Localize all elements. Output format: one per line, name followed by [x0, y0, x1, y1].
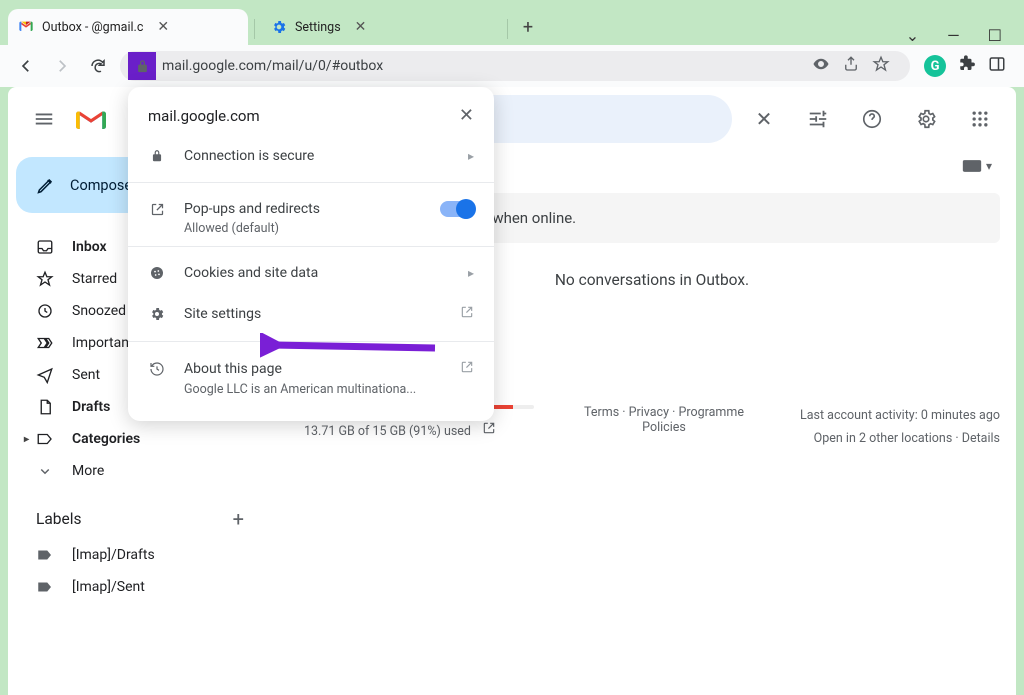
site-info-button[interactable] [128, 52, 156, 80]
tab-close-icon[interactable]: ✕ [355, 19, 367, 35]
popups-status: Allowed (default) [128, 221, 494, 236]
tab-close-icon[interactable]: ✕ [157, 19, 169, 35]
tab-title: Outbox - @gmail.c [42, 20, 143, 35]
eye-icon[interactable] [812, 55, 830, 77]
site-settings-row[interactable]: Site settings [128, 293, 494, 335]
connection-secure-row[interactable]: Connection is secure ▸ [128, 136, 494, 176]
popup-host: mail.google.com [148, 107, 260, 125]
open-storage-icon[interactable] [482, 424, 496, 439]
bookmark-icon[interactable] [872, 55, 890, 77]
search-options-icon[interactable] [798, 99, 838, 139]
history-icon [148, 361, 166, 377]
gmail-favicon-icon [18, 19, 34, 35]
settings-icon[interactable] [906, 99, 946, 139]
window-minimize-icon[interactable]: — [947, 26, 960, 45]
input-indicator[interactable]: ▾ [962, 159, 992, 173]
cookie-icon [148, 265, 166, 281]
site-info-popup: mail.google.com ✕ Connection is secure ▸… [128, 87, 494, 421]
url-text: mail.google.com/mail/u/0/#outbox [162, 58, 383, 74]
chevron-right-icon: ▸ [468, 149, 474, 163]
tab-title: Settings [295, 20, 341, 35]
address-bar[interactable]: mail.google.com/mail/u/0/#outbox [120, 51, 910, 81]
apps-icon[interactable] [960, 99, 1000, 139]
grammarly-extension-icon[interactable]: G [924, 55, 946, 77]
lock-icon [148, 149, 166, 163]
new-tab-button[interactable]: + [514, 13, 542, 41]
window-controls: ⌄ — ☐ [906, 20, 1016, 45]
labels-header: Labels + [16, 487, 264, 539]
browser-titlebar: Outbox - @gmail.c ✕ Settings ✕ + ⌄ — ☐ [0, 0, 1024, 45]
open-external-icon [460, 360, 474, 378]
about-subtitle: Google LLC is an American multinationa..… [128, 382, 494, 397]
browser-tab-active[interactable]: Outbox - @gmail.c ✕ [8, 9, 248, 45]
browser-tab-settings[interactable]: Settings ✕ [261, 9, 501, 45]
clear-search-icon[interactable]: ✕ [744, 99, 784, 139]
window-dropdown-icon[interactable]: ⌄ [906, 26, 919, 45]
expand-icon: ▸ [24, 434, 29, 445]
window-maximize-icon[interactable]: ☐ [988, 26, 1002, 45]
sidepanel-icon[interactable] [988, 55, 1006, 77]
add-label-button[interactable]: + [233, 507, 244, 531]
extensions-icon[interactable] [958, 55, 976, 77]
chevron-down-icon: ▾ [986, 159, 992, 173]
share-icon[interactable] [842, 55, 860, 77]
browser-toolbar: mail.google.com/mail/u/0/#outbox G [0, 45, 1024, 87]
popup-window-icon [148, 202, 166, 217]
gmail-logo[interactable] [76, 107, 106, 131]
gear-icon [148, 306, 166, 322]
popup-close-button[interactable]: ✕ [459, 105, 474, 126]
forward-button[interactable] [48, 52, 76, 80]
label-item[interactable]: [Imap]/Drafts [16, 539, 264, 571]
cookies-row[interactable]: Cookies and site data ▸ [128, 253, 494, 293]
chevron-right-icon: ▸ [468, 266, 474, 280]
settings-favicon-icon [271, 19, 287, 35]
support-icon[interactable] [852, 99, 892, 139]
label-item[interactable]: [Imap]/Sent [16, 571, 264, 603]
reload-button[interactable] [84, 52, 112, 80]
compose-label: Compose [70, 177, 132, 194]
nav-more[interactable]: More [16, 455, 264, 487]
open-external-icon [460, 305, 474, 323]
footer-links[interactable]: Terms · Privacy · Programme Policies [574, 405, 754, 450]
account-activity: Last account activity: 0 minutes ago [794, 405, 1000, 428]
account-locations[interactable]: Open in 2 other locations · Details [794, 428, 1000, 451]
back-button[interactable] [12, 52, 40, 80]
storage-text: 13.71 GB of 15 GB (91%) used [304, 424, 471, 439]
nav-categories[interactable]: ▸ Categories [16, 423, 264, 455]
popups-toggle[interactable] [440, 201, 474, 217]
tab-separator [254, 19, 255, 39]
tab-separator [507, 19, 508, 39]
main-menu-button[interactable] [24, 99, 64, 139]
